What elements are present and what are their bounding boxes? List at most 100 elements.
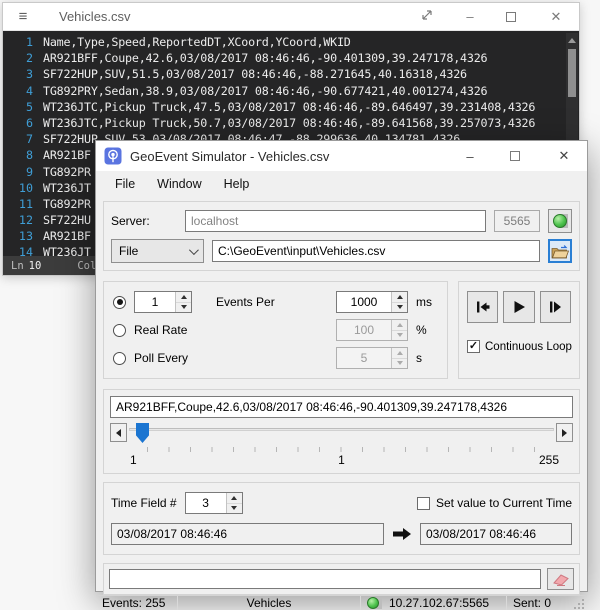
scrollbar-thumb[interactable] [568, 49, 576, 97]
real-rate-label: Real Rate [134, 323, 187, 337]
editor-line: 1Name,Type,Speed,ReportedDT,XCoord,YCoor… [3, 34, 579, 50]
maximize-button[interactable] [506, 12, 520, 22]
server-host-field[interactable]: localhost [185, 210, 486, 232]
stepper-up-icon[interactable] [392, 292, 407, 302]
browse-file-button[interactable] [548, 239, 572, 263]
slider-thumb[interactable] [136, 423, 149, 443]
menu-window[interactable]: Window [146, 173, 212, 195]
events-per-label: Events Per [216, 295, 275, 309]
skip-to-start-icon [474, 298, 492, 316]
poll-every-label: Poll Every [134, 351, 188, 365]
clear-button[interactable] [547, 568, 574, 590]
chevron-down-icon [189, 245, 199, 255]
editor-window-title: Vehicles.csv [59, 9, 420, 24]
connect-button[interactable] [548, 209, 572, 233]
column-indicator-label: Col [77, 260, 96, 272]
set-current-time-checkbox[interactable] [417, 497, 430, 510]
playback-group: ✓ Continuous Loop [458, 281, 580, 379]
set-current-time-label: Set value to Current Time [436, 496, 572, 510]
events-count: Events: 255 [102, 596, 165, 610]
slider-min-label: 1 [130, 453, 137, 467]
poll-every-radio[interactable] [113, 352, 126, 365]
stepper-down-icon[interactable] [392, 302, 407, 313]
time-from-field[interactable]: 03/08/2017 08:46:46 [111, 523, 384, 545]
interval-stepper[interactable]: 1000 [336, 291, 408, 313]
simulator-window-title: GeoEvent Simulator - Vehicles.csv [130, 149, 463, 164]
simulator-titlebar: GeoEvent Simulator - Vehicles.csv – ✕ [96, 141, 587, 171]
rate-playback-row: 1 Events Per 1000 ms Real Rate 100 % [103, 281, 580, 379]
time-field-label: Time Field # [111, 496, 177, 510]
editor-line: 2AR921BFF,Coupe,42.6,03/08/2017 08:46:46… [3, 50, 579, 66]
maximize-icon [510, 151, 520, 161]
endpoint-address: 10.27.102.67:5565 [389, 596, 489, 610]
play-icon [510, 298, 528, 316]
event-count-stepper[interactable]: 1 [134, 291, 192, 313]
close-button[interactable]: ✕ [557, 148, 571, 164]
scroll-up-icon[interactable] [566, 33, 578, 47]
sent-count: Sent: 0 [513, 596, 551, 610]
slider-max-label: 255 [539, 453, 559, 467]
editor-line: 3SF722HUP,SUV,51.5,03/08/2017 08:46:46,-… [3, 66, 579, 82]
event-slider[interactable] [129, 423, 554, 445]
stepper-down-icon[interactable] [227, 503, 242, 514]
slider-track[interactable] [129, 428, 554, 431]
geoevent-app-icon [104, 147, 122, 165]
slider-mid-label: 1 [338, 453, 345, 467]
editor-line: 5WT236JTC,Pickup Truck,47.5,03/08/2017 0… [3, 99, 579, 115]
menu-help[interactable]: Help [213, 173, 261, 195]
stepper-up-icon[interactable] [227, 493, 242, 503]
minimize-button[interactable]: – [463, 149, 477, 164]
slider-left-arrow[interactable] [110, 423, 127, 442]
editor-line: 6WT236JTC,Pickup Truck,50.7,03/08/2017 0… [3, 115, 579, 131]
rate-group: 1 Events Per 1000 ms Real Rate 100 % [103, 281, 448, 379]
slider-right-arrow[interactable] [556, 423, 573, 442]
event-preview-group: AR921BFF,Coupe,42.6,03/08/2017 08:46:46,… [103, 389, 580, 474]
open-folder-icon [551, 244, 569, 259]
hamburger-menu-icon[interactable]: ≡ [3, 8, 43, 25]
connection-dot-icon [367, 597, 383, 610]
menubar: File Window Help [96, 171, 587, 197]
simulator-statusbar: Events: 255 Vehicles 10.27.102.67:5565 S… [96, 595, 587, 610]
real-rate-stepper: 100 [336, 319, 408, 341]
eraser-icon [552, 573, 570, 586]
poll-unit-label: s [416, 351, 438, 365]
stepper-down-icon[interactable] [176, 302, 191, 313]
continuous-loop-label: Continuous Loop [485, 341, 572, 353]
time-field-stepper[interactable]: 3 [185, 492, 243, 514]
maximize-icon [506, 12, 516, 22]
time-to-field[interactable]: 03/08/2017 08:46:46 [420, 523, 572, 545]
events-per-radio[interactable] [113, 296, 126, 309]
menu-file[interactable]: File [104, 173, 146, 195]
skip-to-start-button[interactable] [467, 291, 498, 323]
close-button[interactable]: ✕ [549, 9, 563, 25]
interval-unit-label: ms [416, 295, 438, 309]
play-button[interactable] [503, 291, 534, 323]
minimize-button[interactable]: – [463, 9, 477, 24]
real-rate-radio[interactable] [113, 324, 126, 337]
feed-name: Vehicles [247, 596, 292, 610]
connection-status-icon [553, 214, 567, 228]
progress-group [103, 563, 580, 595]
restore-diagonal-icon[interactable] [420, 9, 434, 24]
server-port-field[interactable]: 5565 [494, 210, 540, 232]
server-label: Server: [111, 214, 177, 228]
slider-ticks [147, 447, 536, 452]
line-indicator-label: Ln [11, 260, 24, 272]
continuous-loop-checkbox[interactable]: ✓ [467, 340, 480, 353]
real-rate-unit-label: % [416, 323, 438, 337]
poll-stepper: 5 [336, 347, 408, 369]
source-type-select[interactable]: File [111, 239, 204, 263]
editor-line: 4TG892PRY,Sedan,38.9,03/08/2017 08:46:46… [3, 83, 579, 99]
current-event-field[interactable]: AR921BFF,Coupe,42.6,03/08/2017 08:46:46,… [110, 396, 573, 418]
time-field-group: Time Field # 3 Set value to Current Time… [103, 482, 580, 555]
step-forward-button[interactable] [540, 291, 571, 323]
editor-titlebar: ≡ Vehicles.csv – ✕ [3, 3, 579, 31]
maximize-button[interactable] [510, 151, 524, 161]
progress-field [109, 569, 541, 589]
line-indicator-value: 10 [29, 260, 42, 272]
stepper-up-icon[interactable] [176, 292, 191, 302]
file-path-field[interactable]: C:\GeoEvent\input\Vehicles.csv [212, 240, 540, 262]
maps-to-arrow-icon [392, 527, 412, 541]
server-group: Server: localhost 5565 File C:\GeoEvent\… [103, 201, 580, 271]
step-forward-icon [546, 298, 564, 316]
